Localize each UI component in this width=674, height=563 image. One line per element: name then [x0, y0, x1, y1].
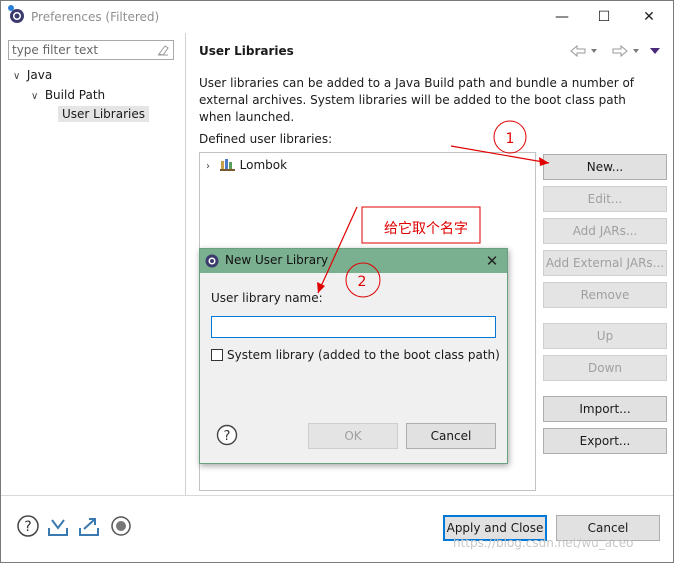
arrow-head-icon	[317, 282, 325, 293]
annotation-number-1: 1	[506, 131, 515, 147]
preferences-window: Preferences (Filtered) — ☐ ✕ ∨ Java ∨ Bu…	[0, 0, 674, 563]
annotation-layer: 1 给它取个名字 2	[317, 120, 550, 298]
annotation-number-2: 2	[358, 274, 367, 290]
arrow-to-name-field-line	[317, 206, 358, 294]
arrow-head-icon	[539, 157, 549, 166]
arrow-to-new-line	[450, 145, 550, 164]
annotation-note: 给它取个名字	[384, 220, 468, 237]
